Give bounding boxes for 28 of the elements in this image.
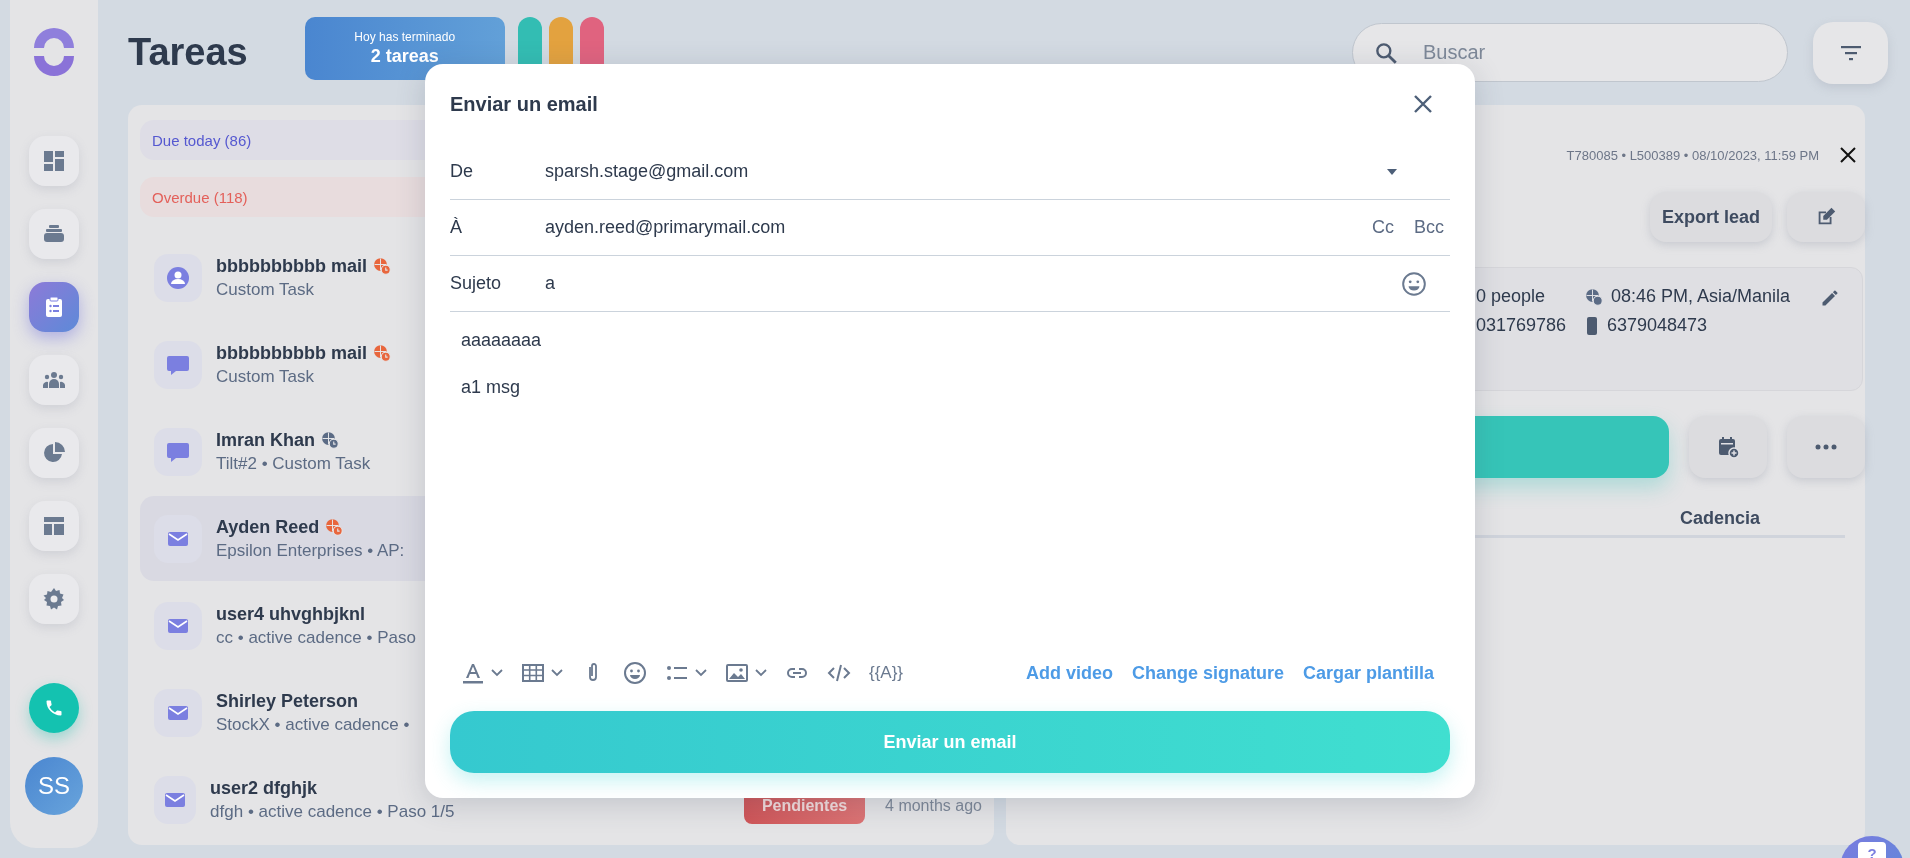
summary-value: 2 tareas	[370, 46, 439, 67]
task-subtitle: Custom Task	[216, 279, 315, 300]
task-subtitle: Tilt#2 • Custom Task	[216, 453, 372, 474]
mobile-number: 6379048473	[1607, 315, 1708, 336]
task-subtitle: StockX • active cadence •	[216, 714, 411, 735]
task-title: Ayden Reed	[216, 516, 320, 538]
task-title: bbbbbbbbbb mail	[216, 342, 367, 364]
task-subtitle: Custom Task	[216, 366, 315, 387]
task-subtitle: Epsilon Enterprises • AP:	[216, 540, 406, 561]
task-title: Imran Khan	[216, 429, 316, 451]
field-label: Sujeto	[450, 273, 503, 294]
field-label: À	[450, 217, 463, 238]
local-time: 08:46 PM, Asia/Manila	[1611, 286, 1791, 307]
task-time: 4 months ago	[885, 796, 982, 815]
task-title: user4 uhvghbjknl	[216, 603, 366, 625]
phone-number: 031769786	[1476, 315, 1568, 336]
field-label: De	[450, 161, 474, 182]
lead-meta: T780085 • L500389 • 08/10/2023, 11:59 PM	[1566, 147, 1819, 163]
task-title: Shirley Peterson	[216, 690, 359, 712]
summary-caption: Hoy has terminado	[354, 30, 456, 44]
page-title: Tareas	[128, 31, 248, 74]
dialog-title: Enviar un email	[450, 92, 598, 116]
task-title: user2 dfghjk	[210, 777, 318, 799]
task-subtitle: cc • active cadence • Paso	[216, 627, 417, 648]
message-text: a1 msg	[461, 377, 522, 398]
message-text: aaaaaaaa	[461, 330, 543, 351]
company-size: 0 people	[1476, 286, 1547, 307]
task-title: bbbbbbbbbb mail	[216, 255, 367, 277]
